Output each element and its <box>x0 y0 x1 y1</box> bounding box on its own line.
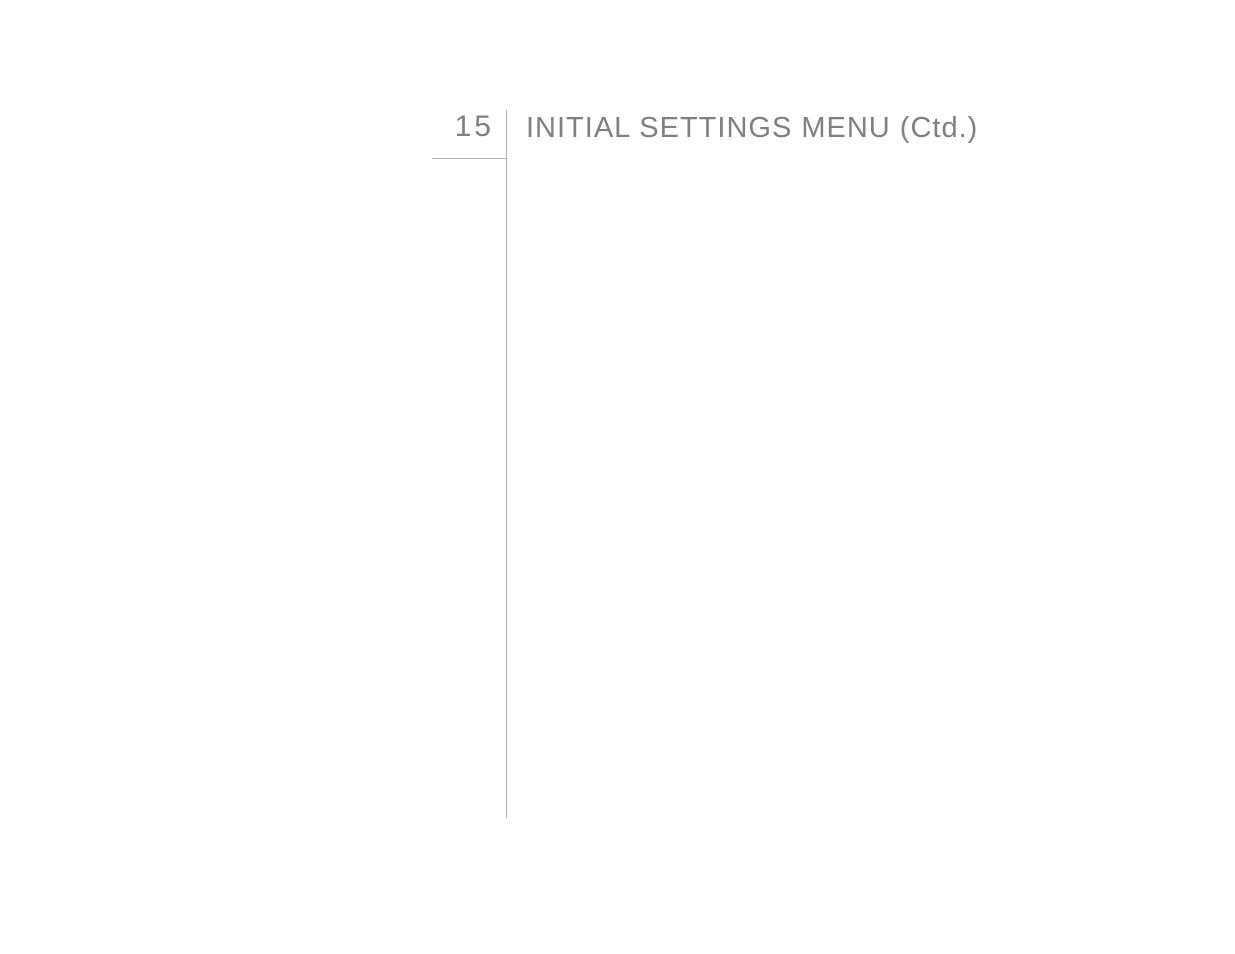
vertical-divider <box>506 110 507 818</box>
section-number: 15 <box>432 110 494 144</box>
horizontal-divider <box>432 158 506 159</box>
section-title: INITIAL SETTINGS MENU (Ctd.) <box>526 112 978 145</box>
